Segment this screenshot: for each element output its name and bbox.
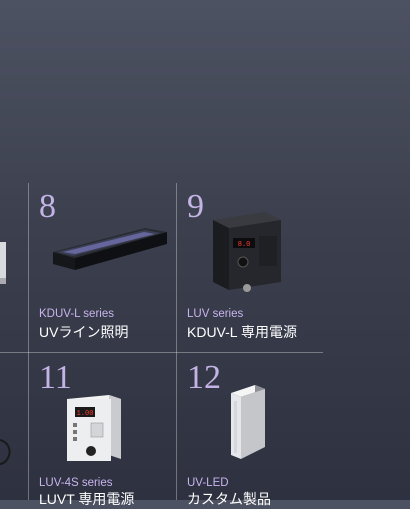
- uv-line-light-image: [49, 224, 174, 274]
- luvt-power-supply-image: 1.00: [65, 393, 125, 467]
- product-name: UVライン照明: [39, 324, 129, 340]
- custom-product-image: [227, 383, 269, 463]
- product-series: KDUV-L series: [39, 308, 114, 320]
- product-name: LUVT 専用電源: [39, 491, 135, 507]
- product-tile-luv[interactable]: 9 8.0 LUV series KDUV-L 専用電源: [177, 184, 324, 352]
- power-supply-display: 8.0: [238, 241, 251, 249]
- product-series: LUV series: [187, 308, 244, 320]
- product-tile-uv-led[interactable]: 12 UV-LED カスタム製品: [177, 353, 324, 508]
- product-name: カスタム製品: [187, 491, 271, 507]
- product-number: 8: [39, 188, 56, 225]
- product-series: LUV-4S series: [39, 477, 113, 489]
- product-tile-kduv-l[interactable]: 8 KDUV-L series UVライン照明: [29, 184, 176, 352]
- kduv-l-power-supply-image: 8.0: [209, 210, 285, 296]
- product-name: KDUV-L 専用電源: [187, 324, 297, 340]
- product-series: UV-LED: [187, 477, 229, 489]
- product-number: 9: [187, 188, 204, 225]
- cropped-cable-image: [0, 436, 14, 466]
- product-number: 11: [39, 359, 72, 396]
- cropped-product-image: [0, 242, 8, 284]
- product-number: 12: [187, 359, 221, 396]
- power-supply-display: 1.00: [77, 410, 94, 418]
- product-tile-luv-4s[interactable]: 11 1.00 LUV-4S series LUVT 専用電源: [29, 353, 176, 508]
